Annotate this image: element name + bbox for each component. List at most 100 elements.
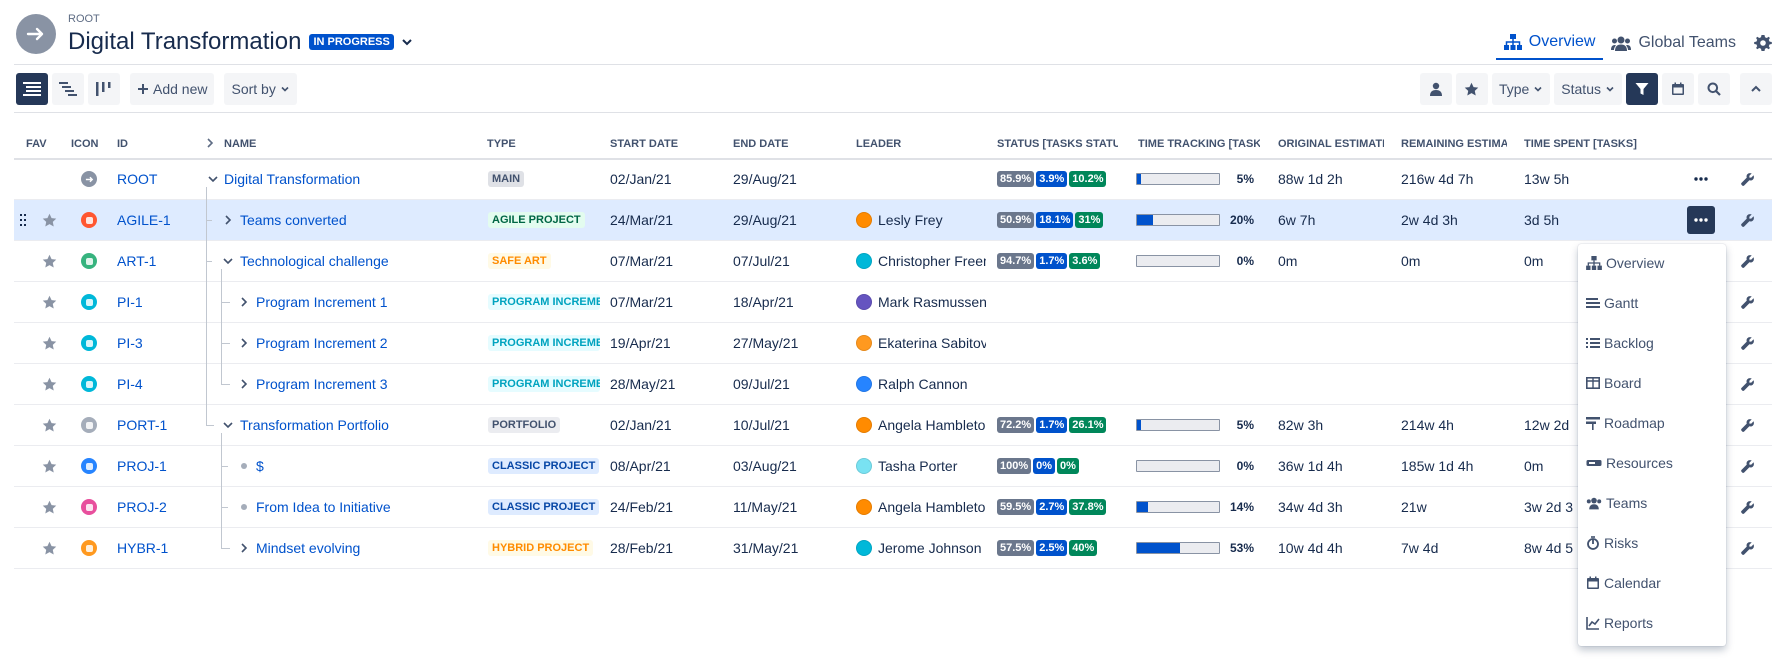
add-new-button[interactable]: Add new — [130, 73, 215, 105]
column-header-start-date[interactable]: START DATE — [610, 138, 720, 150]
table-row[interactable]: PI-1 Program Increment 1 PROGRAM INCREMENT… — [14, 282, 1772, 323]
more-actions-button[interactable] — [1686, 159, 1716, 199]
item-name[interactable]: Mindset evolving — [256, 528, 486, 568]
column-header-remaining-estimate[interactable]: REMAINING ESTIMATE — [1401, 138, 1507, 150]
star-icon[interactable] — [34, 364, 64, 404]
filter-button[interactable] — [1626, 73, 1658, 105]
wrench-icon[interactable] — [1732, 528, 1762, 568]
item-name[interactable]: From Idea to Initiative — [256, 487, 486, 527]
tab-overview[interactable]: Overview — [1495, 26, 1604, 60]
expand-chevron-icon[interactable] — [237, 528, 251, 568]
wrench-icon[interactable] — [1732, 159, 1762, 199]
leader[interactable]: Ekaterina Sabitova — [856, 323, 986, 363]
menu-item-board[interactable]: Board — [1586, 372, 1641, 394]
table-row[interactable]: HYBR-1 Mindset evolving HYBRID PROJECT 28/F… — [14, 528, 1772, 569]
column-header-name[interactable]: NAME — [224, 138, 424, 150]
column-header-id[interactable]: ID — [117, 138, 157, 150]
item-id[interactable]: HYBR-1 — [117, 528, 207, 568]
tab-global-teams[interactable]: Global Teams — [1603, 26, 1744, 60]
star-icon[interactable] — [34, 528, 64, 568]
breadcrumb[interactable]: ROOT — [68, 12, 414, 26]
star-icon[interactable] — [34, 405, 64, 445]
item-name[interactable]: Program Increment 1 — [256, 282, 486, 322]
wrench-icon[interactable] — [1732, 241, 1762, 281]
column-header-original-estimate[interactable]: ORIGINAL ESTIMATE — [1278, 138, 1384, 150]
menu-item-risks[interactable]: Risks — [1586, 532, 1638, 554]
leader[interactable]: Ralph Cannon — [856, 364, 986, 404]
star-icon[interactable] — [34, 323, 64, 363]
gantt-view-button[interactable] — [52, 73, 84, 105]
item-name[interactable]: Program Increment 3 — [256, 364, 486, 404]
menu-item-gantt[interactable]: Gantt — [1586, 292, 1638, 314]
root-arrow-icon[interactable] — [16, 14, 56, 54]
item-id[interactable]: PROJ-1 — [117, 446, 207, 486]
favorites-button[interactable] — [1455, 73, 1488, 105]
item-name[interactable]: Technological challenge — [240, 241, 486, 281]
leader[interactable]: Lesly Frey — [856, 200, 986, 240]
star-icon[interactable] — [34, 241, 64, 281]
leader[interactable]: Jerome Johnson — [856, 528, 986, 568]
tree-view-button[interactable] — [16, 73, 48, 105]
leader[interactable]: Angela Hambleton — [856, 405, 986, 445]
item-name[interactable]: Program Increment 2 — [256, 323, 486, 363]
expand-chevron-icon[interactable] — [206, 159, 220, 199]
expand-chevron-icon[interactable] — [237, 364, 251, 404]
table-row[interactable]: AGILE-1 Teams converted AGILE PROJECT 24/Ma… — [14, 200, 1772, 241]
item-name[interactable]: Transformation Portfolio — [240, 405, 486, 445]
star-icon[interactable] — [34, 446, 64, 486]
my-items-button[interactable] — [1419, 73, 1452, 105]
expand-chevron-icon[interactable] — [221, 200, 235, 240]
column-header-time-spent[interactable]: TIME SPENT [TASKS] — [1524, 138, 1644, 150]
sort-by-button[interactable]: Sort by — [224, 73, 297, 105]
item-id[interactable]: ART-1 — [117, 241, 207, 281]
column-header-status[interactable]: STATUS [TASKS STATUS] — [997, 138, 1118, 150]
leader[interactable]: Angela Hambleton — [856, 487, 986, 527]
chevron-down-icon[interactable] — [400, 35, 414, 49]
column-header-time-tracking[interactable]: TIME TRACKING [TASKS] — [1138, 138, 1260, 150]
star-icon[interactable] — [34, 282, 64, 322]
item-name[interactable]: Teams converted — [240, 200, 486, 240]
menu-item-calendar[interactable]: Calendar — [1586, 572, 1661, 594]
item-id[interactable]: PI-3 — [117, 323, 207, 363]
expand-chevron-icon[interactable] — [237, 282, 251, 322]
item-id[interactable]: PORT-1 — [117, 405, 207, 445]
table-row[interactable]: PORT-1 Transformation Portfolio PORTFOLIO 0… — [14, 405, 1772, 446]
column-header-end-date[interactable]: END DATE — [733, 138, 843, 150]
item-id[interactable]: PI-1 — [117, 282, 207, 322]
column-header-leader[interactable]: LEADER — [856, 138, 966, 150]
wrench-icon[interactable] — [1732, 405, 1762, 445]
menu-item-backlog[interactable]: Backlog — [1586, 332, 1654, 354]
drag-handle-icon[interactable] — [14, 200, 32, 240]
expand-chevron-icon[interactable] — [221, 241, 235, 281]
menu-item-overview[interactable]: Overview — [1586, 252, 1664, 274]
star-icon[interactable] — [34, 200, 64, 240]
table-row[interactable]: PROJ-1 $ CLASSIC PROJECT 08/Apr/21 03/Aug/21… — [14, 446, 1772, 487]
item-id[interactable]: PI-4 — [117, 364, 207, 404]
type-filter[interactable]: Type — [1491, 73, 1551, 105]
menu-item-resources[interactable]: Resources — [1586, 452, 1673, 474]
column-header-fav[interactable]: FAV — [26, 138, 56, 150]
table-row[interactable]: PI-4 Program Increment 3 PROGRAM INCREMENT… — [14, 364, 1772, 405]
search-button[interactable] — [1698, 73, 1730, 105]
expand-chevron-icon[interactable] — [221, 405, 235, 445]
collapse-button[interactable] — [1740, 73, 1772, 105]
item-name[interactable]: $ — [256, 446, 486, 486]
menu-item-reports[interactable]: Reports — [1586, 612, 1653, 634]
column-header-icon[interactable]: ICON — [71, 138, 105, 150]
wrench-icon[interactable] — [1732, 200, 1762, 240]
status-filter[interactable]: Status — [1554, 73, 1622, 105]
table-row[interactable]: ART-1 Technological challenge SAFE ART 07/M… — [14, 241, 1772, 282]
item-id[interactable]: AGILE-1 — [117, 200, 207, 240]
menu-item-teams[interactable]: Teams — [1586, 492, 1647, 514]
item-id[interactable]: ROOT — [117, 159, 207, 199]
table-row[interactable]: ROOT Digital Transformation MAIN 02/Jan/21 2… — [14, 159, 1772, 200]
wrench-icon[interactable] — [1732, 323, 1762, 363]
wrench-icon[interactable] — [1732, 446, 1762, 486]
wrench-icon[interactable] — [1732, 487, 1762, 527]
leader[interactable]: Tasha Porter — [856, 446, 986, 486]
item-name[interactable]: Digital Transformation — [224, 159, 486, 199]
wrench-icon[interactable] — [1732, 282, 1762, 322]
leader[interactable]: Christopher Freeman — [856, 241, 986, 281]
board-view-button[interactable] — [88, 73, 120, 105]
star-icon[interactable] — [34, 487, 64, 527]
